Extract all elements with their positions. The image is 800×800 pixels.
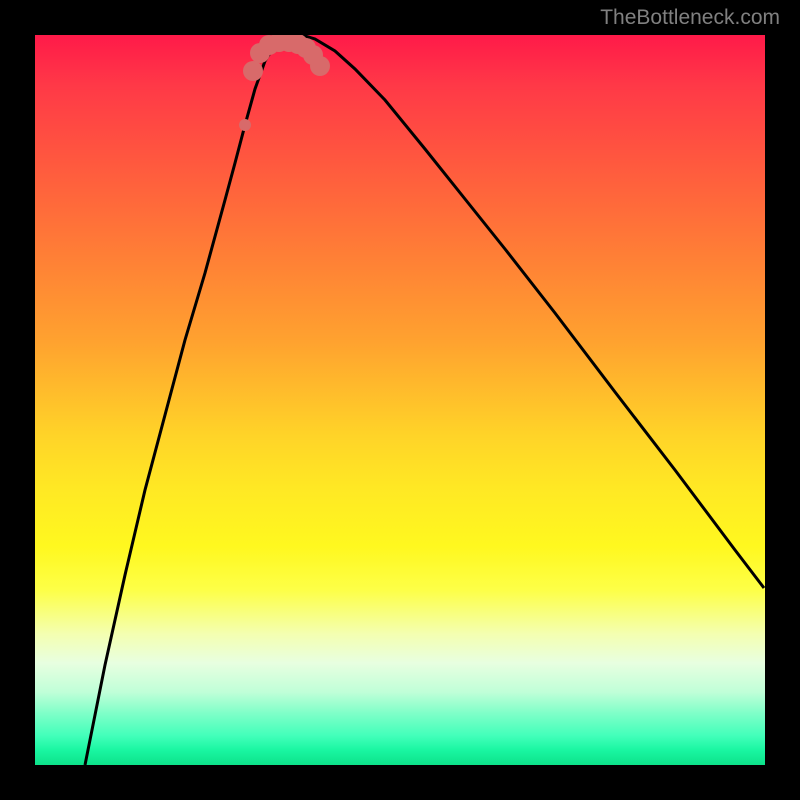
- red-dot: [239, 119, 251, 131]
- red-dot: [310, 56, 330, 76]
- red-dot-series: [239, 35, 330, 131]
- chart-frame: TheBottleneck.com: [0, 0, 800, 800]
- red-dot: [243, 61, 263, 81]
- chart-svg: [35, 35, 765, 765]
- watermark-text: TheBottleneck.com: [600, 6, 780, 30]
- bottleneck-curve: [85, 36, 764, 765]
